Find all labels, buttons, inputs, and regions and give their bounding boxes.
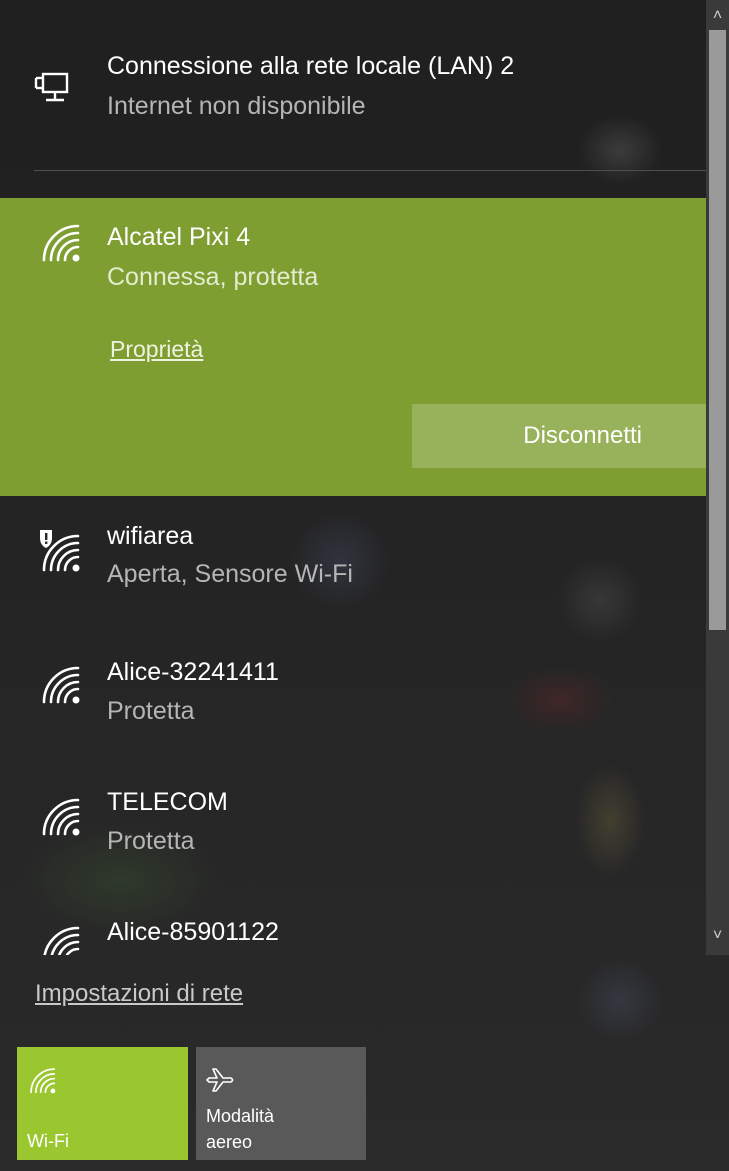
lan-connection-item[interactable]: Connessione alla rete locale (LAN) 2 Int… xyxy=(0,0,705,170)
wifi-icon xyxy=(30,1068,56,1094)
airplane-tile-label: Modalità aereo xyxy=(206,1103,274,1155)
network-ssid: Alice-85901122 xyxy=(107,918,279,946)
properties-link[interactable]: Proprietà xyxy=(110,336,203,363)
scrollbar-thumb[interactable] xyxy=(709,30,726,630)
network-status: Protetta xyxy=(107,697,195,725)
scroll-down-arrow-icon[interactable]: ˅ xyxy=(706,924,729,948)
network-settings-link[interactable]: Impostazioni di rete xyxy=(35,980,243,1008)
airplane-icon xyxy=(206,1068,234,1092)
wifi-icon xyxy=(42,666,80,704)
connected-ssid: Alcatel Pixi 4 xyxy=(107,223,251,251)
airplane-label-line1: Modalità xyxy=(206,1106,275,1126)
wifi-icon xyxy=(43,926,80,955)
network-item[interactable]: Alice-85901122 xyxy=(0,900,706,955)
network-item[interactable]: Alice-32241411 Protetta xyxy=(0,640,706,760)
airplane-mode-tile[interactable]: Modalità aereo xyxy=(196,1047,366,1160)
network-flyout: Connessione alla rete locale (LAN) 2 Int… xyxy=(0,0,706,1171)
network-item[interactable]: wifiarea Aperta, Sensore Wi-Fi xyxy=(0,500,706,620)
lan-status: Internet non disponibile xyxy=(107,92,366,120)
network-status: Protetta xyxy=(107,827,195,855)
wifi-icon xyxy=(42,798,80,836)
network-item[interactable]: TELECOM Protetta xyxy=(0,770,706,890)
lan-title: Connessione alla rete locale (LAN) 2 xyxy=(107,52,515,80)
network-ssid: wifiarea xyxy=(107,522,194,550)
airplane-label-line2: aereo xyxy=(206,1132,253,1152)
divider xyxy=(34,170,706,171)
wifi-toggle-tile[interactable]: Wi-Fi xyxy=(17,1047,188,1160)
network-ssid: Alice-32241411 xyxy=(107,658,279,686)
wifi-open-shield-icon xyxy=(40,530,80,572)
network-ssid: TELECOM xyxy=(107,788,228,816)
ethernet-icon xyxy=(34,72,69,102)
connected-network-item[interactable]: Alcatel Pixi 4 Connessa, protetta Propri… xyxy=(0,198,706,496)
disconnect-button[interactable]: Disconnetti xyxy=(412,404,706,468)
wifi-tile-label: Wi-Fi xyxy=(27,1131,69,1151)
scroll-up-arrow-icon[interactable]: ˄ xyxy=(706,4,729,28)
connected-status: Connessa, protetta xyxy=(107,263,319,291)
scrollbar[interactable]: ˄ ˅ xyxy=(706,0,729,955)
wifi-icon xyxy=(42,224,80,262)
network-status: Aperta, Sensore Wi-Fi xyxy=(107,560,353,588)
